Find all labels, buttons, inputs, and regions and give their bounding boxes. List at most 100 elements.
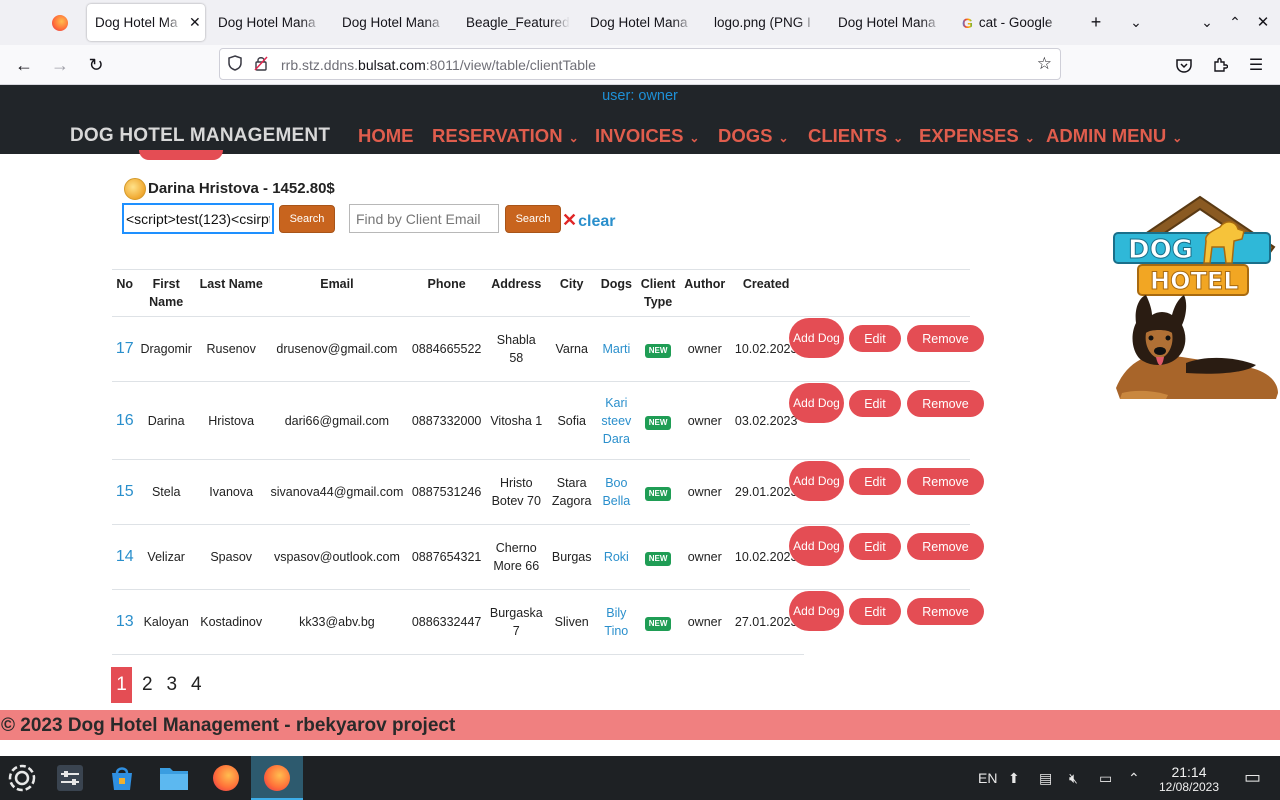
edit-button[interactable]: Edit: [849, 390, 901, 417]
row-number-link[interactable]: 16: [112, 381, 138, 460]
page-link-current[interactable]: 1: [111, 667, 132, 703]
dog-link[interactable]: Tino: [601, 622, 632, 640]
email-search-input[interactable]: [349, 204, 499, 233]
dog-link[interactable]: Roki: [601, 548, 632, 566]
list-all-tabs-icon[interactable]: ⌄: [1122, 8, 1150, 36]
new-tab-button[interactable]: +: [1082, 8, 1110, 36]
insecure-lock-icon[interactable]: [254, 55, 268, 74]
german-shepherd-graphic: [1116, 295, 1278, 399]
remove-button[interactable]: Remove: [907, 533, 984, 560]
search-button[interactable]: Search: [279, 205, 335, 233]
nav-clients[interactable]: CLIENTS ⌄: [808, 125, 903, 147]
clear-link[interactable]: ✕clear: [562, 210, 615, 231]
language-indicator[interactable]: EN: [978, 770, 997, 786]
row-number-link[interactable]: 15: [112, 459, 138, 525]
file-manager-icon[interactable]: [159, 763, 189, 793]
email-search-button[interactable]: Search: [505, 205, 561, 233]
url-bar[interactable]: rrb.stz.ddns.bulsat.com:8011/view/table/…: [219, 48, 1061, 80]
page-link[interactable]: 3: [160, 667, 185, 703]
software-store-icon[interactable]: [107, 763, 137, 793]
add-dog-button[interactable]: Add Dog: [789, 591, 844, 631]
nav-dogs[interactable]: DOGS ⌄: [718, 125, 789, 147]
remove-button[interactable]: Remove: [907, 468, 984, 495]
updates-icon[interactable]: ⬆: [1008, 770, 1020, 787]
add-dog-button[interactable]: Add Dog: [789, 526, 844, 566]
remove-button[interactable]: Remove: [907, 390, 984, 417]
close-window-icon[interactable]: ✕: [1249, 8, 1277, 36]
browser-tab[interactable]: Dog Hotel Mana: [218, 4, 326, 41]
cell-client-type: NEW: [634, 381, 682, 460]
back-arrow-icon[interactable]: ←: [10, 51, 38, 79]
forward-arrow-icon[interactable]: →: [46, 51, 74, 79]
row-number-link[interactable]: 17: [112, 316, 138, 382]
edit-button[interactable]: Edit: [849, 533, 901, 560]
dog-link[interactable]: Boo: [601, 474, 632, 492]
dog-link[interactable]: Marti: [601, 340, 632, 358]
browser-tab[interactable]: Dog Hotel Mana: [590, 4, 698, 41]
reload-icon[interactable]: ↻: [82, 51, 110, 79]
dog-link[interactable]: steev: [601, 412, 632, 430]
page-link[interactable]: 2: [135, 667, 160, 703]
browser-tab[interactable]: logo.png (PNG I: [714, 4, 822, 41]
minimize-window-icon[interactable]: ⌄: [1193, 8, 1221, 36]
tab-title: Dog Hotel Ma: [95, 15, 178, 30]
add-dog-button[interactable]: Add Dog: [789, 461, 844, 501]
show-desktop-icon[interactable]: ▭: [1244, 767, 1261, 788]
show-hidden-icons-icon[interactable]: ⌃: [1128, 770, 1140, 787]
maximize-window-icon[interactable]: ⌃: [1221, 8, 1249, 36]
cell-client-type: NEW: [634, 459, 682, 525]
cell-dogs: Marti: [597, 316, 635, 382]
remove-button[interactable]: Remove: [907, 325, 984, 352]
browser-tab[interactable]: Beagle_Featured: [466, 4, 574, 41]
search-name-input[interactable]: [122, 203, 274, 234]
hamburger-menu-icon[interactable]: ☰: [1242, 51, 1270, 79]
nav-home[interactable]: HOME: [358, 125, 414, 147]
pocket-icon[interactable]: [1170, 51, 1198, 79]
browser-tab-active[interactable]: Dog Hotel Ma ✕: [87, 4, 205, 41]
cell-first-name: Stela: [137, 459, 195, 525]
dog-link[interactable]: Kari: [601, 394, 632, 412]
cell-city: Varna: [545, 316, 598, 382]
row-number-link[interactable]: 14: [112, 524, 138, 590]
shield-icon[interactable]: [228, 55, 242, 74]
nav-reservation[interactable]: RESERVATION ⌄: [432, 125, 579, 147]
page-link[interactable]: 4: [184, 667, 209, 703]
dog-link[interactable]: Dara: [601, 430, 632, 448]
bookmark-star-icon[interactable]: ☆: [1037, 54, 1052, 74]
clock-date[interactable]: 12/08/2023: [1152, 780, 1226, 794]
browser-tab[interactable]: Dog Hotel Mana: [342, 4, 450, 41]
add-dog-button[interactable]: Add Dog: [789, 318, 844, 358]
firefox-taskbar-icon[interactable]: [211, 763, 241, 793]
system-settings-icon[interactable]: [55, 763, 85, 793]
network-icon[interactable]: ▭: [1099, 770, 1112, 787]
status-badge: NEW: [644, 344, 672, 358]
nav-invoices[interactable]: INVOICES ⌄: [595, 125, 699, 147]
firefox-view-button[interactable]: [40, 8, 80, 38]
row-number-link[interactable]: 13: [112, 589, 138, 655]
cell-first-name: Kaloyan: [137, 589, 195, 655]
browser-tab-strip: Dog Hotel Ma ✕ Dog Hotel Mana Dog Hotel …: [0, 0, 1280, 45]
dog-link[interactable]: Bella: [601, 492, 632, 510]
edit-button[interactable]: Edit: [849, 598, 901, 625]
status-badge: NEW: [644, 617, 672, 631]
nav-expenses[interactable]: EXPENSES ⌄: [919, 125, 1035, 147]
browser-tab[interactable]: G cat - Google: [962, 4, 1072, 41]
clipboard-icon[interactable]: ▤: [1039, 770, 1052, 787]
scrolled-button-edge[interactable]: [139, 150, 223, 160]
edit-button[interactable]: Edit: [849, 325, 901, 352]
dog-link[interactable]: Bily: [601, 604, 632, 622]
nav-label: DOGS: [718, 125, 773, 146]
brand-title[interactable]: DOG HOTEL MANAGEMENT: [70, 125, 330, 147]
close-tab-icon[interactable]: ✕: [189, 14, 201, 31]
add-dog-button[interactable]: Add Dog: [789, 383, 844, 423]
volume-muted-icon[interactable]: 🔇︎: [1069, 770, 1078, 787]
cell-client-type: NEW: [634, 524, 682, 590]
nav-admin-menu[interactable]: ADMIN MENU ⌄: [1046, 125, 1182, 147]
firefox-active-taskbar-icon[interactable]: [262, 763, 292, 793]
extensions-icon[interactable]: [1206, 51, 1234, 79]
remove-button[interactable]: Remove: [907, 598, 984, 625]
edit-button[interactable]: Edit: [849, 468, 901, 495]
app-launcher-icon[interactable]: [7, 763, 37, 793]
clock-time[interactable]: 21:14: [1152, 764, 1226, 780]
browser-tab[interactable]: Dog Hotel Mana: [838, 4, 946, 41]
